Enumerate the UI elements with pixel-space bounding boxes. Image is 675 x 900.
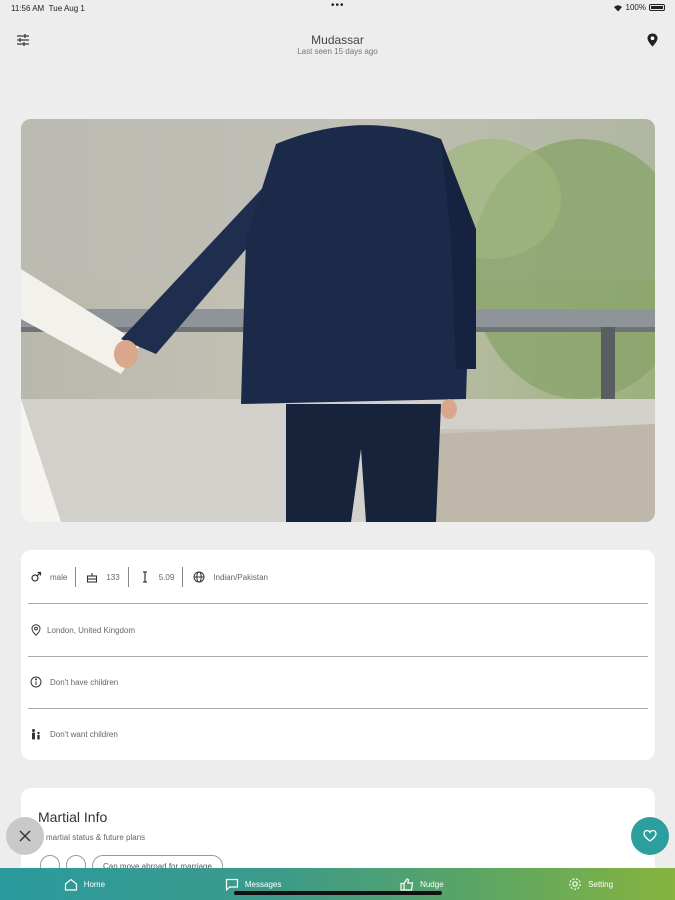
home-indicator[interactable] bbox=[234, 891, 442, 895]
divider bbox=[28, 656, 648, 657]
birthday-cake-icon bbox=[84, 569, 100, 585]
close-icon bbox=[19, 830, 31, 842]
ethnicity-value: Indian/Pakistan bbox=[213, 572, 268, 582]
age-value: 133 bbox=[106, 572, 120, 582]
nav-item-home[interactable]: Home bbox=[0, 868, 169, 900]
want-children-value: Don't want children bbox=[50, 729, 118, 739]
home-icon bbox=[64, 878, 77, 891]
want-children-row: Don't want children bbox=[28, 726, 648, 742]
nav-item-nudge[interactable]: Nudge bbox=[338, 868, 507, 900]
profile-photo-image bbox=[21, 119, 655, 522]
nav-item-messages[interactable]: Messages bbox=[169, 868, 338, 900]
basic-info-row: male 133 5.09 Indian/Pakistan bbox=[28, 567, 648, 587]
app-header: Mudassar Last seen 15 days ago bbox=[0, 28, 675, 64]
nav-label-home: Home bbox=[83, 879, 106, 889]
location-pin-icon bbox=[28, 622, 44, 638]
info-icon bbox=[28, 674, 44, 690]
gender-value: male bbox=[50, 572, 68, 582]
location-pin-icon[interactable] bbox=[647, 33, 658, 52]
message-icon bbox=[225, 878, 238, 891]
multitask-dots[interactable]: ••• bbox=[331, 0, 345, 11]
profile-photo[interactable] bbox=[21, 119, 655, 522]
location-value: London, United Kingdom bbox=[47, 625, 136, 635]
dismiss-button[interactable] bbox=[6, 817, 44, 855]
bottom-nav: Home Messages Nudge Setting bbox=[0, 868, 675, 900]
gender-icon bbox=[28, 569, 44, 585]
nav-item-setting[interactable]: Setting bbox=[506, 868, 675, 900]
divider bbox=[28, 603, 648, 604]
marital-heading: Martial Info bbox=[38, 809, 108, 825]
divider bbox=[28, 708, 648, 709]
thumbs-up-icon bbox=[400, 877, 414, 891]
nav-label-setting: Setting bbox=[588, 879, 614, 889]
height-item: 5.09 bbox=[129, 569, 183, 585]
family-icon bbox=[28, 726, 44, 742]
heart-icon bbox=[643, 829, 657, 842]
height-value: 5.09 bbox=[158, 572, 175, 582]
wifi-icon bbox=[613, 4, 622, 11]
status-time: 11:56 AM Tue Aug 1 bbox=[11, 4, 85, 13]
last-seen-text: Last seen 15 days ago bbox=[297, 47, 378, 56]
ethnicity-item: Indian/Pakistan bbox=[183, 569, 276, 585]
children-value: Don't have children bbox=[50, 677, 119, 687]
status-right: 100% bbox=[613, 3, 665, 12]
globe-icon bbox=[191, 569, 207, 585]
age-item: 133 bbox=[76, 569, 127, 585]
nav-label-messages: Messages bbox=[244, 879, 282, 889]
profile-details-card: male 133 5.09 Indian/Pakistan London, Un… bbox=[21, 550, 655, 760]
location-row: London, United Kingdom bbox=[28, 622, 648, 638]
battery-percent: 100% bbox=[625, 3, 646, 12]
marital-description: is martial status & future plans bbox=[38, 833, 146, 842]
gear-icon bbox=[569, 878, 581, 890]
like-button[interactable] bbox=[631, 817, 669, 855]
profile-name: Mudassar bbox=[311, 33, 364, 47]
nav-label-nudge: Nudge bbox=[420, 879, 444, 889]
status-bar: 11:56 AM Tue Aug 1 ••• 100% bbox=[0, 0, 675, 16]
height-icon bbox=[137, 569, 153, 585]
gender-item: male bbox=[28, 569, 75, 585]
children-row: Don't have children bbox=[28, 674, 648, 690]
battery-icon bbox=[649, 4, 665, 11]
